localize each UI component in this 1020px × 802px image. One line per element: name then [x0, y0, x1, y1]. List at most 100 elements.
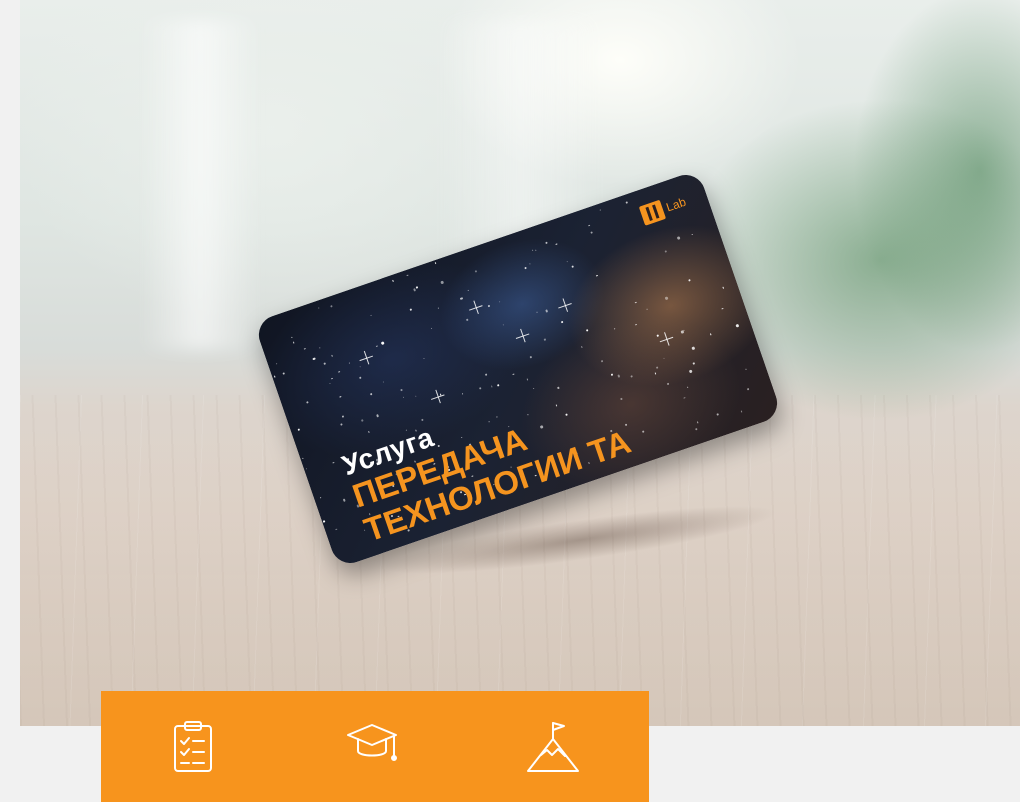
star — [382, 380, 385, 383]
star — [665, 296, 669, 301]
star — [524, 266, 527, 270]
star — [273, 375, 276, 378]
star — [323, 362, 326, 365]
star — [402, 396, 404, 398]
star — [312, 357, 316, 361]
star — [666, 382, 670, 386]
star — [688, 278, 691, 282]
star — [695, 427, 698, 431]
star — [634, 301, 637, 304]
star — [498, 300, 501, 303]
star — [375, 345, 378, 348]
star — [585, 328, 589, 332]
window-light — [140, 20, 260, 350]
logo-text: Lab — [664, 194, 688, 215]
star — [580, 346, 583, 349]
star — [361, 419, 364, 422]
star — [590, 231, 593, 234]
star — [545, 309, 549, 313]
star — [305, 401, 309, 404]
star — [375, 414, 379, 418]
star — [735, 323, 740, 328]
star — [291, 336, 293, 339]
clipboard-checklist-icon[interactable] — [171, 719, 215, 773]
star — [302, 457, 305, 460]
star — [423, 358, 425, 360]
star — [535, 249, 537, 252]
star — [691, 346, 695, 351]
star — [600, 359, 603, 363]
star — [747, 388, 750, 391]
star — [323, 520, 325, 523]
star — [332, 461, 335, 464]
star — [434, 261, 437, 264]
star — [292, 341, 295, 344]
star — [400, 389, 403, 392]
star — [392, 280, 395, 283]
star — [691, 233, 694, 236]
star — [656, 334, 659, 337]
star — [663, 358, 665, 360]
logo-mark-icon — [638, 199, 667, 226]
star — [359, 376, 362, 380]
star — [610, 373, 614, 376]
star — [656, 366, 659, 369]
star — [676, 236, 681, 241]
star — [496, 384, 500, 387]
star — [529, 263, 531, 265]
star — [588, 224, 591, 227]
star — [740, 410, 743, 413]
star — [536, 311, 538, 313]
star — [439, 280, 444, 285]
star — [487, 305, 490, 308]
star — [334, 528, 338, 531]
star — [329, 305, 333, 309]
features-bar — [101, 691, 649, 802]
star — [303, 347, 306, 350]
star — [348, 362, 351, 364]
star — [556, 404, 558, 406]
star — [529, 355, 533, 358]
star — [512, 373, 515, 376]
star — [545, 241, 549, 245]
brand-logo: Lab — [638, 192, 689, 226]
star — [297, 428, 301, 431]
star — [460, 297, 463, 301]
star — [642, 430, 645, 433]
star — [634, 323, 638, 326]
star — [319, 496, 322, 499]
star — [409, 308, 412, 311]
star — [329, 382, 331, 385]
star — [696, 421, 699, 424]
star — [496, 415, 498, 418]
graduation-cap-icon[interactable] — [344, 719, 400, 767]
star — [474, 270, 478, 273]
star — [406, 274, 409, 277]
star — [561, 320, 564, 324]
star — [617, 374, 621, 378]
star — [340, 423, 344, 426]
star — [319, 346, 321, 349]
star — [490, 385, 493, 388]
star — [688, 369, 693, 374]
star — [414, 395, 417, 398]
star — [692, 362, 695, 365]
star — [276, 362, 278, 364]
star — [566, 261, 569, 263]
star — [488, 421, 490, 423]
star — [380, 341, 385, 346]
star — [531, 249, 534, 251]
star — [421, 418, 424, 422]
star — [526, 378, 529, 381]
star — [683, 396, 686, 400]
mountain-flag-icon[interactable] — [524, 719, 582, 773]
star — [544, 338, 546, 341]
star — [369, 392, 373, 396]
star — [716, 413, 719, 416]
star — [654, 372, 657, 375]
star — [338, 371, 341, 373]
star — [460, 436, 463, 439]
star — [624, 423, 628, 427]
star — [555, 243, 558, 246]
star — [484, 373, 488, 377]
